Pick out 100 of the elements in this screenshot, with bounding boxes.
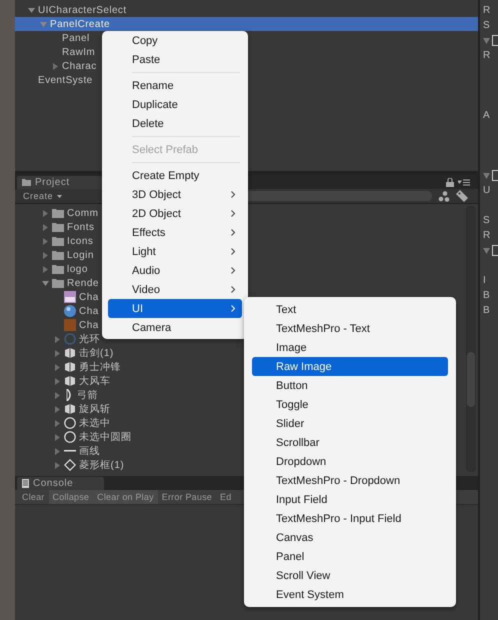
project-item[interactable]: 大风车 (54, 374, 110, 388)
project-item[interactable]: Cha (54, 304, 99, 318)
menu-item[interactable]: Canvas (252, 528, 448, 547)
collapse-arrow-icon[interactable] (42, 210, 49, 216)
menu-item[interactable]: Panel (252, 547, 448, 566)
project-item[interactable]: 未选中 (54, 416, 110, 430)
create-dropdown[interactable]: Create (15, 191, 62, 201)
foldout-arrow-icon[interactable] (483, 248, 490, 254)
collapse-arrow-icon[interactable] (54, 462, 61, 468)
foldout-arrow-icon[interactable] (483, 172, 490, 178)
project-item[interactable]: 光环 (54, 332, 100, 346)
collapse-arrow-icon[interactable] (54, 364, 61, 370)
prefab-icon (64, 375, 76, 387)
bow-icon (64, 389, 74, 401)
menu-item[interactable]: Camera (108, 318, 242, 337)
menu-item[interactable]: 2D Object (108, 204, 242, 223)
project-item[interactable]: 勇士冲锋 (54, 360, 121, 374)
project-tab[interactable]: Project (17, 176, 102, 189)
project-item[interactable]: logo (42, 262, 88, 276)
project-item[interactable]: 弓箭 (54, 388, 98, 402)
collapse-arrow-icon[interactable] (54, 448, 61, 454)
project-item[interactable]: Login (42, 248, 94, 262)
expand-arrow-icon[interactable] (40, 20, 47, 28)
hierarchy-item[interactable]: RawIm (15, 45, 96, 59)
foldout-arrow-icon[interactable] (483, 38, 490, 44)
menu-item[interactable]: Button (252, 376, 448, 395)
inspector-label: B (483, 289, 491, 303)
menu-item[interactable]: 3D Object (108, 185, 242, 204)
menu-item[interactable]: Effects (108, 223, 242, 242)
menu-item[interactable]: Create Empty (108, 166, 242, 185)
hierarchy-item[interactable]: UICharacterSelect (15, 3, 126, 17)
console-toggle[interactable]: Error Pause (158, 490, 216, 504)
line-icon (64, 450, 76, 452)
project-item[interactable]: Cha (54, 290, 99, 304)
collapse-arrow-icon[interactable] (42, 224, 49, 230)
menu-item[interactable]: Video (108, 280, 242, 299)
menu-item[interactable]: Scroll View (252, 566, 448, 585)
project-item[interactable]: 击剑(1) (54, 346, 114, 360)
project-item[interactable]: 菱形框(1) (54, 458, 124, 472)
menu-item[interactable]: Toggle (252, 395, 448, 414)
console-toggle[interactable]: Clear (18, 490, 49, 504)
menu-item[interactable]: TextMeshPro - Dropdown (252, 471, 448, 490)
menu-item[interactable]: Delete (108, 114, 242, 133)
collapse-arrow-icon[interactable] (42, 238, 49, 244)
expand-arrow-icon[interactable] (28, 6, 35, 14)
menu-item[interactable]: TextMeshPro - Text (252, 319, 448, 338)
collapse-arrow-icon[interactable] (42, 252, 49, 258)
chevron-right-icon (231, 229, 235, 236)
inspector-label: S (483, 19, 491, 33)
menu-icon[interactable] (458, 178, 470, 186)
project-item[interactable]: 未选中圆圈 (54, 430, 132, 444)
menu-item[interactable]: Light (108, 242, 242, 261)
console-tab[interactable]: Console (17, 477, 104, 490)
menu-item[interactable]: Raw Image (252, 357, 448, 376)
hierarchy-item[interactable]: Charac (15, 59, 97, 73)
menu-item[interactable]: Slider (252, 414, 448, 433)
menu-item[interactable]: Input Field (252, 490, 448, 509)
menu-item[interactable]: Paste (108, 50, 242, 69)
lock-icon[interactable] (446, 178, 454, 186)
hierarchy-item[interactable]: PanelCreate (15, 17, 478, 31)
circle-icon (64, 417, 76, 429)
hierarchy-item[interactable]: EventSyste (15, 73, 93, 87)
project-item[interactable]: Rende (42, 276, 99, 290)
project-item[interactable]: 旋风斩 (54, 402, 110, 416)
collapse-arrow-icon[interactable] (54, 420, 61, 426)
chevron-right-icon (231, 267, 235, 274)
collapse-arrow-icon[interactable] (42, 266, 49, 272)
expand-arrow-icon[interactable] (42, 280, 49, 286)
collapse-arrow-icon[interactable] (54, 336, 61, 342)
menu-item[interactable]: Text (252, 300, 448, 319)
project-item[interactable]: Fonts (42, 220, 95, 234)
collapse-arrow-icon[interactable] (54, 406, 61, 412)
inspector-label: R (483, 49, 492, 63)
collapse-arrow-icon[interactable] (54, 392, 61, 398)
filter-icon[interactable] (438, 190, 450, 202)
console-toggle[interactable]: Ed (216, 490, 236, 504)
hierarchy-item[interactable]: Panel (15, 31, 90, 45)
chevron-right-icon (231, 210, 235, 217)
menu-item[interactable]: Duplicate (108, 95, 242, 114)
project-item[interactable]: Comm (42, 206, 98, 220)
menu-item[interactable]: Rename (108, 76, 242, 95)
menu-item[interactable]: Copy (108, 31, 242, 50)
collapse-arrow-icon[interactable] (52, 62, 59, 70)
project-item[interactable]: 画线 (54, 444, 100, 458)
menu-item[interactable]: TextMeshPro - Input Field (252, 509, 448, 528)
project-item[interactable]: Icons (42, 234, 94, 248)
menu-item[interactable]: Image (252, 338, 448, 357)
menu-item[interactable]: Event System (252, 585, 448, 604)
menu-item[interactable]: Dropdown (252, 452, 448, 471)
menu-item[interactable]: UI (108, 299, 242, 318)
menu-item[interactable]: Scrollbar (252, 433, 448, 452)
collapse-arrow-icon[interactable] (54, 378, 61, 384)
tag-icon[interactable] (456, 190, 468, 202)
chevron-right-icon (231, 305, 235, 312)
project-item[interactable]: Cha (54, 318, 99, 332)
inspector-label: R (483, 4, 492, 18)
inspector-label: R (483, 229, 492, 243)
menu-item[interactable]: Audio (108, 261, 242, 280)
collapse-arrow-icon[interactable] (54, 434, 61, 440)
collapse-arrow-icon[interactable] (54, 350, 61, 356)
